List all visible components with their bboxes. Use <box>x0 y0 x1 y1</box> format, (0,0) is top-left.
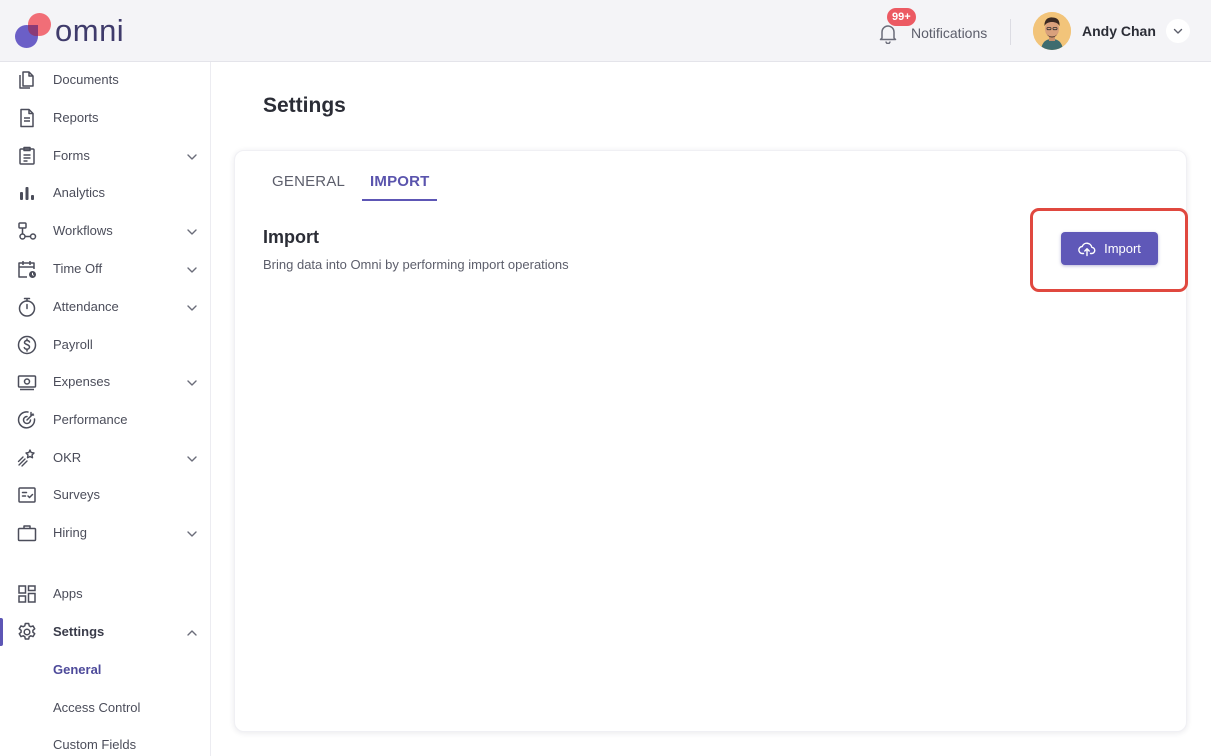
sidebar-item-label: OKR <box>53 450 82 465</box>
reports-icon <box>16 107 38 129</box>
sidebar-subitem-access-control[interactable]: Access Control <box>53 698 140 718</box>
sidebar-item-analytics[interactable]: Analytics <box>0 175 211 211</box>
sidebar-item-surveys[interactable]: Surveys <box>0 477 211 513</box>
chevron-down-icon[interactable] <box>186 225 198 237</box>
chevron-down-icon[interactable] <box>186 376 198 388</box>
chevron-down-icon[interactable] <box>186 150 198 162</box>
briefcase-icon <box>16 522 38 544</box>
sidebar-item-label: Hiring <box>53 525 87 540</box>
sidebar-item-label: Settings <box>53 624 105 639</box>
omni-logo[interactable]: omni <box>15 13 124 49</box>
sidebar-item-label: Forms <box>53 148 90 163</box>
dollar-circle-icon <box>16 334 38 356</box>
sidebar-item-workflows[interactable]: Workflows <box>0 213 211 249</box>
sidebar-item-documents[interactable]: Documents <box>0 62 211 98</box>
sidebar-item-label: Analytics <box>53 185 106 200</box>
sidebar-item-attendance[interactable]: Attendance <box>0 289 211 325</box>
documents-icon <box>16 69 38 91</box>
notifications-badge: 99+ <box>887 8 916 26</box>
user-name: Andy Chan <box>1082 23 1156 39</box>
analytics-icon <box>16 182 38 204</box>
tab-general[interactable]: GENERAL <box>272 173 345 190</box>
sidebar-item-label: Reports <box>53 110 99 125</box>
sidebar-item-label: Performance <box>53 412 128 427</box>
brand-name: omni <box>55 13 125 48</box>
calendar-clock-icon <box>16 258 38 280</box>
workflows-icon <box>16 220 38 242</box>
avatar <box>1033 12 1071 50</box>
sidebar-subitem-custom-fields[interactable]: Custom Fields <box>53 735 136 755</box>
chevron-down-icon[interactable] <box>186 527 198 539</box>
sidebar-item-time-off[interactable]: Time Off <box>0 251 211 287</box>
chevron-down-icon[interactable] <box>186 301 198 313</box>
sidebar-item-reports[interactable]: Reports <box>0 100 211 136</box>
page-title: Settings <box>263 94 346 117</box>
forms-icon <box>16 145 38 167</box>
sidebar-item-label: Workflows <box>53 223 113 238</box>
sidebar-item-label: Payroll <box>53 337 93 352</box>
sidebar: Documents Reports Forms Analytics Workfl… <box>0 62 211 756</box>
chevron-up-icon[interactable] <box>186 626 198 638</box>
sidebar-item-performance[interactable]: Performance <box>0 402 211 438</box>
import-button[interactable]: Import <box>1061 232 1158 265</box>
omni-logo-mark-icon <box>15 13 51 49</box>
sidebar-item-label: Time Off <box>53 261 103 276</box>
sidebar-item-expenses[interactable]: Expenses <box>0 364 211 400</box>
chevron-down-icon[interactable] <box>186 452 198 464</box>
sidebar-subitem-general[interactable]: General <box>53 660 101 680</box>
apps-grid-icon <box>16 583 38 605</box>
gear-icon <box>16 621 38 643</box>
sidebar-item-label: Apps <box>53 586 83 601</box>
user-menu[interactable]: Andy Chan <box>1033 12 1190 50</box>
chevron-down-icon[interactable] <box>1165 19 1190 43</box>
sidebar-item-payroll[interactable]: Payroll <box>0 327 211 363</box>
sidebar-item-okr[interactable]: OKR <box>0 440 211 476</box>
section-title: Import <box>263 227 319 247</box>
header-divider <box>1010 19 1011 45</box>
sidebar-item-settings[interactable]: Settings <box>0 614 211 650</box>
sidebar-item-label: Expenses <box>53 374 111 389</box>
active-indicator <box>0 618 3 646</box>
tab-import[interactable]: IMPORT <box>370 173 430 190</box>
sidebar-item-label: Attendance <box>53 299 119 314</box>
sidebar-item-forms[interactable]: Forms <box>0 138 211 174</box>
target-icon <box>16 409 38 431</box>
top-bar: omni Notifications 99+ Andy Chan <box>0 0 1211 62</box>
chevron-down-icon[interactable] <box>186 263 198 275</box>
import-button-label: Import <box>1104 241 1141 256</box>
notifications-label: Notifications <box>911 25 988 41</box>
sidebar-item-hiring[interactable]: Hiring <box>0 515 211 551</box>
section-description: Bring data into Omni by performing impor… <box>263 257 569 272</box>
sidebar-item-label: Surveys <box>53 487 100 502</box>
sidebar-item-apps[interactable]: Apps <box>0 576 211 612</box>
cloud-upload-icon <box>1078 241 1096 257</box>
money-bill-icon <box>16 371 38 393</box>
active-tab-underline <box>362 199 437 201</box>
rocket-stars-icon <box>16 447 38 469</box>
stopwatch-icon <box>16 296 38 318</box>
sidebar-item-label: Documents <box>53 72 119 87</box>
checklist-icon <box>16 484 38 506</box>
